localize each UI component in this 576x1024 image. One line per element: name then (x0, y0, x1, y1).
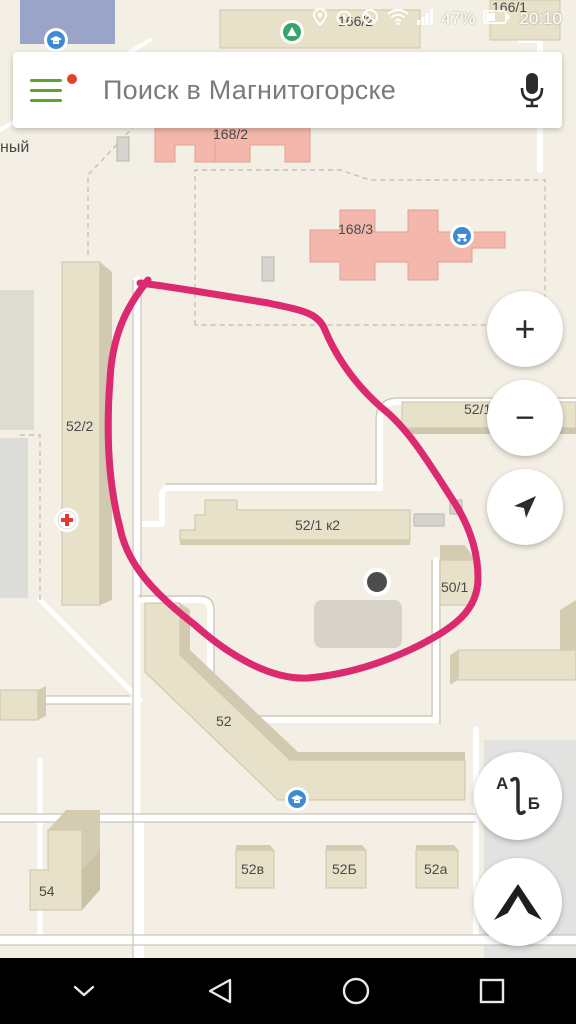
minus-icon: − (515, 399, 535, 437)
building-label: 52в (241, 861, 264, 877)
hamburger-icon (30, 78, 62, 82)
status-bar: 47% 20:10 (0, 0, 576, 38)
back-button[interactable] (190, 961, 250, 1021)
battery-icon (483, 9, 511, 29)
sports-ground (314, 600, 402, 648)
building-label: 50/1 (441, 579, 468, 595)
signal-icon (417, 9, 434, 29)
street-label: ный (0, 139, 29, 156)
route-b-label: Б (527, 794, 540, 813)
home-icon (342, 977, 370, 1005)
building-label: 52а (424, 861, 448, 877)
zoom-out-button[interactable]: − (487, 380, 563, 456)
back-icon (208, 978, 232, 1004)
navigator-icon (494, 884, 542, 920)
voice-search-button[interactable] (502, 52, 562, 128)
recents-icon (479, 978, 505, 1004)
grey-area (0, 438, 28, 598)
status-time: 20:10 (519, 9, 562, 28)
collapse-button[interactable] (54, 961, 114, 1021)
school-icon[interactable] (285, 787, 309, 811)
menu-button[interactable] (13, 52, 79, 128)
building-label: 168/3 (338, 221, 373, 237)
building-label: 168/2 (213, 126, 248, 142)
silent-icon (361, 8, 379, 30)
building-label: 52Б (332, 861, 357, 877)
route-button[interactable]: А Б (474, 752, 562, 840)
hospital-icon[interactable] (55, 508, 79, 532)
building-50-1 (439, 545, 476, 606)
collapse-icon (73, 985, 95, 997)
grey-area (0, 290, 34, 430)
notification-dot (67, 74, 77, 84)
wifi-icon (387, 9, 410, 29)
navigation-arrow-icon (514, 496, 536, 518)
building-label: 52 (216, 713, 232, 729)
search-input[interactable]: Поиск в Магнитогорске (79, 75, 502, 106)
zoom-in-button[interactable]: + (487, 291, 563, 367)
recents-button[interactable] (462, 961, 522, 1021)
home-button[interactable] (326, 961, 386, 1021)
kindergarten-icon[interactable] (450, 224, 474, 248)
locate-button[interactable] (487, 469, 563, 545)
building-label: 52/2 (66, 418, 93, 434)
location-icon (313, 8, 328, 30)
system-nav-bar (0, 958, 576, 1024)
building-label: 54 (39, 883, 55, 899)
battery-percent: 47% (441, 9, 476, 28)
building-left (0, 686, 46, 721)
alarm-icon (335, 8, 353, 30)
shed (261, 256, 275, 282)
microphone-icon (520, 73, 544, 108)
building-label: 52/1 к2 (295, 517, 340, 533)
user-location-dot[interactable] (363, 568, 391, 596)
shed (116, 136, 130, 162)
navigator-button[interactable] (474, 858, 562, 946)
map-screen: 166/1 166/2 168/2 168/3 52/2 52/1 к1 52/… (0, 0, 576, 1024)
plus-icon: + (514, 308, 536, 349)
search-bar: Поиск в Магнитогорске (13, 52, 562, 128)
shed (413, 513, 445, 527)
